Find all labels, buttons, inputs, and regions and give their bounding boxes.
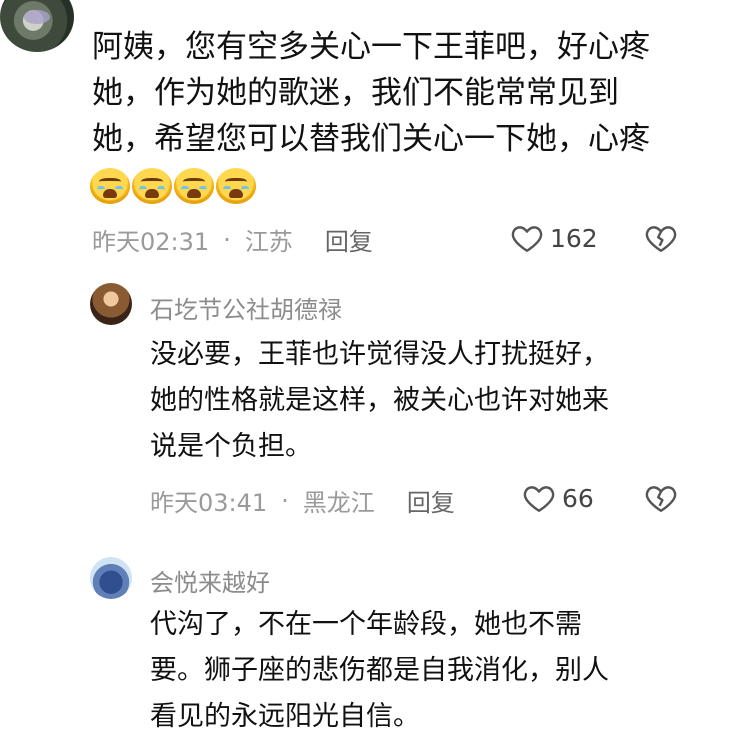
crying-emoji-icon bbox=[216, 168, 256, 204]
heart-icon bbox=[511, 226, 543, 252]
comment-meta: 昨天02:31 · 江苏 回复 bbox=[92, 222, 373, 257]
reply-author[interactable]: 会悦来越好 bbox=[150, 563, 270, 598]
reply-button[interactable]: 回复 bbox=[407, 483, 455, 518]
crying-emoji-icon bbox=[132, 168, 172, 204]
like-count: 162 bbox=[550, 223, 598, 253]
reply-button[interactable]: 回复 bbox=[325, 222, 373, 257]
heart-icon bbox=[523, 486, 555, 512]
comment-thread: 阿姨，您有空多关心一下王菲吧，好心疼 她，作为她的歌迷，我们不能常常见到 她，希… bbox=[0, 0, 734, 741]
broken-heart-icon[interactable] bbox=[644, 481, 678, 515]
reply-time: 昨天03:41 bbox=[150, 489, 268, 517]
like-button[interactable]: 162 bbox=[510, 221, 598, 255]
reply-text: 没必要，王菲也许觉得没人打扰挺好， 她的性格就是这样，被关心也许对她来 说是个负… bbox=[150, 339, 609, 462]
comment-text: 阿姨，您有空多关心一下王菲吧，好心疼 她，作为她的歌迷，我们不能常常见到 她，希… bbox=[92, 29, 650, 157]
crying-emoji-icon bbox=[174, 168, 214, 204]
reply-text: 代沟了，不在一个年龄段，她也不需 要。狮子座的悲伤都是自我消化，别人 看见的永远… bbox=[150, 609, 609, 732]
like-count: 66 bbox=[562, 483, 594, 513]
meta-separator: · bbox=[281, 486, 289, 515]
comment-time: 昨天02:31 bbox=[92, 228, 210, 256]
reply-location: 黑龙江 bbox=[302, 489, 375, 517]
reply-meta: 昨天03:41 · 黑龙江 回复 bbox=[150, 483, 455, 518]
broken-heart-icon[interactable] bbox=[644, 221, 678, 255]
crying-emoji-icon bbox=[90, 168, 130, 204]
like-button[interactable]: 66 bbox=[522, 481, 594, 515]
reply-avatar[interactable] bbox=[90, 557, 132, 599]
comment-location: 江苏 bbox=[244, 228, 293, 256]
avatar[interactable] bbox=[0, 0, 74, 52]
emoji-row bbox=[90, 168, 256, 204]
meta-separator: · bbox=[223, 225, 231, 254]
reply-author[interactable]: 石圪节公社胡德禄 bbox=[150, 290, 342, 325]
reply-avatar[interactable] bbox=[90, 283, 132, 325]
